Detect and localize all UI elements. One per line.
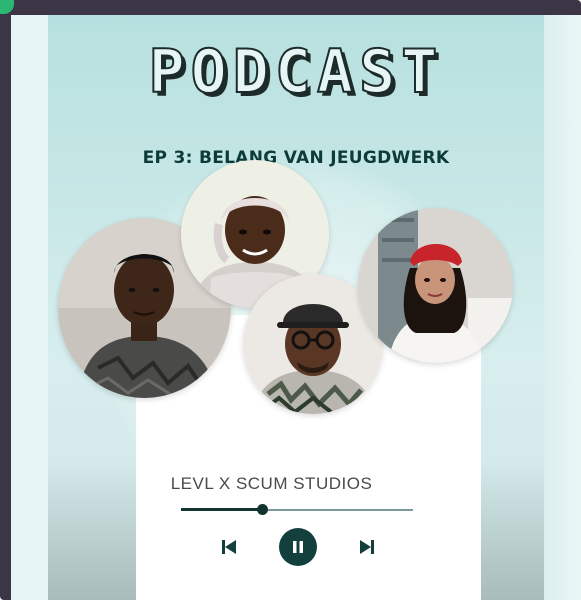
credit-text: LEVL X SCUM STUDIOS (170, 474, 373, 493)
pause-icon (293, 541, 303, 553)
skip-next-icon (360, 540, 374, 554)
skip-previous-icon (222, 540, 236, 554)
guest-photo-4-image (358, 208, 513, 363)
previous-button[interactable] (217, 535, 241, 559)
next-button[interactable] (355, 535, 379, 559)
guest-photo-4 (358, 208, 513, 363)
window-frame: PODCAST EP 3: BELANG VAN JEUGDWERK LEVL … (0, 0, 581, 600)
corner-accent (0, 0, 14, 14)
podcast-title: PODCAST (148, 36, 444, 108)
progress-fill (181, 508, 263, 511)
progress-track[interactable] (181, 504, 413, 515)
pause-button[interactable] (279, 528, 317, 566)
podcast-poster: PODCAST EP 3: BELANG VAN JEUGDWERK LEVL … (11, 15, 581, 600)
